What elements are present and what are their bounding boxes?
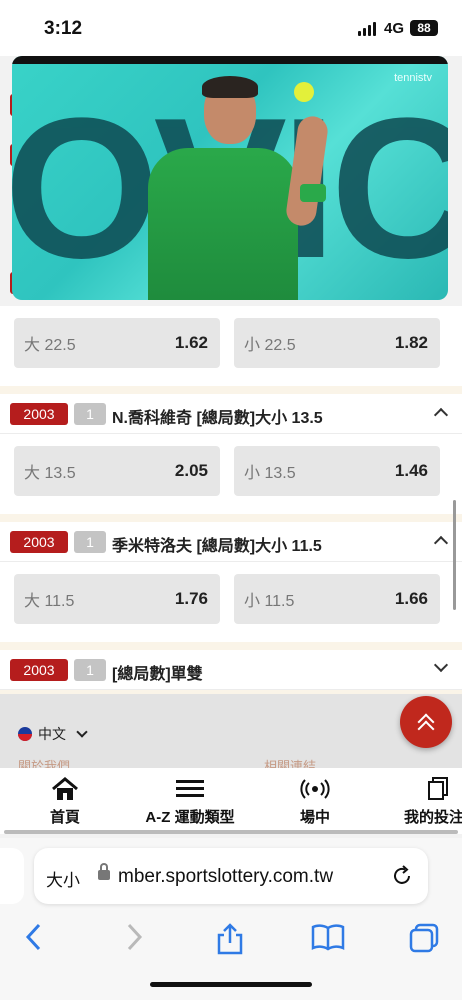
nav-label: 首頁 xyxy=(49,809,80,826)
odds-button-under[interactable]: 小 11.5 1.66 xyxy=(234,574,440,624)
status-bar: 3:12 4G 88 xyxy=(0,0,462,56)
battery-level: 88 xyxy=(417,21,431,35)
odds-value: 1.62 xyxy=(174,333,208,352)
market-title: N.喬科維奇 [總局數]大小 13.5 xyxy=(112,410,323,427)
horizontal-scrollbar[interactable] xyxy=(4,830,458,834)
odds-button-over[interactable]: 大 22.5 1.62 xyxy=(14,318,220,368)
language-selector[interactable]: 中文 xyxy=(18,724,88,744)
chevron-down-icon[interactable] xyxy=(433,657,449,673)
market-header[interactable]: 2003 1 [總局數]單雙 xyxy=(0,650,462,690)
market-title: [總局數]單雙 xyxy=(112,666,203,683)
network-type: 4G xyxy=(384,20,405,37)
nav-item-live[interactable]: 場中 xyxy=(290,776,340,827)
odds-value: 1.76 xyxy=(174,589,208,608)
adjacent-tab-preview[interactable] xyxy=(0,848,24,904)
market-code-badge: 2003 xyxy=(10,403,68,425)
market-number-badge: 1 xyxy=(74,531,106,553)
tabs-icon[interactable] xyxy=(408,922,440,954)
odds-button-over[interactable]: 大 13.5 2.05 xyxy=(14,446,220,496)
chevron-down-icon xyxy=(76,726,88,738)
odds-value: 2.05 xyxy=(174,461,208,480)
odds-value: 1.82 xyxy=(394,333,428,352)
odds-button-under[interactable]: 小 22.5 1.82 xyxy=(234,318,440,368)
nav-label: A-Z 運動類型 xyxy=(145,809,235,826)
home-icon xyxy=(52,777,78,800)
reload-icon[interactable] xyxy=(390,864,414,888)
lock-icon xyxy=(98,863,110,880)
odds-button-under[interactable]: 小 13.5 1.46 xyxy=(234,446,440,496)
live-icon xyxy=(300,779,330,799)
selection-label: 大 22.5 xyxy=(24,337,76,354)
forward-icon[interactable] xyxy=(124,922,144,952)
text-size-button[interactable]: 大小 xyxy=(46,866,80,891)
odds-button-over[interactable]: 大 11.5 1.76 xyxy=(14,574,220,624)
chevron-up-icon[interactable] xyxy=(433,535,449,551)
nav-item-home[interactable]: 首頁 xyxy=(40,776,90,827)
nav-item-sports-az[interactable]: A-Z 運動類型 xyxy=(136,776,244,827)
site-footer: 中文 關於我們 相關連結 xyxy=(0,694,462,774)
video-top-edge xyxy=(12,56,448,64)
page-scrollbar[interactable] xyxy=(453,500,456,610)
odds-value: 1.46 xyxy=(394,461,428,480)
url-text[interactable]: mber.sportslottery.com.tw xyxy=(118,866,333,888)
market-number-badge: 1 xyxy=(74,659,106,681)
market-code-badge: 2003 xyxy=(10,659,68,681)
browser-chrome: 大小 mber.sportslottery.com.tw xyxy=(0,838,462,1000)
player-wristband xyxy=(300,184,326,202)
selection-label: 大 11.5 xyxy=(24,593,75,610)
market-code-badge: 2003 xyxy=(10,531,68,553)
nav-label: 場中 xyxy=(299,809,330,826)
nav-label: 我的投注 xyxy=(404,809,462,826)
copy-icon xyxy=(428,777,448,800)
selection-label: 小 11.5 xyxy=(244,593,295,610)
browser-toolbar xyxy=(0,916,462,960)
market-header[interactable]: 2003 1 N.喬科維奇 [總局數]大小 13.5 xyxy=(0,394,462,434)
selection-label: 小 13.5 xyxy=(244,465,296,482)
cellular-signal-icon xyxy=(358,22,376,36)
bookmarks-icon[interactable] xyxy=(310,922,346,952)
scroll-to-top-button[interactable] xyxy=(400,696,452,748)
bottom-navigation: 首頁 A-Z 運動類型 場中 我的投注 xyxy=(0,768,462,834)
player-hair xyxy=(202,76,258,98)
share-icon[interactable] xyxy=(214,922,246,956)
player-figure xyxy=(148,148,298,300)
market-title: 季米特洛夫 [總局數]大小 11.5 xyxy=(112,538,322,555)
nav-item-my-bets[interactable]: 我的投注 xyxy=(404,776,462,827)
chevron-up-icon[interactable] xyxy=(433,407,449,423)
live-video-player[interactable]: OVIC tennistv xyxy=(12,56,448,300)
address-bar[interactable]: 大小 mber.sportslottery.com.tw xyxy=(34,848,428,904)
odds-row: 大 11.5 1.76 小 11.5 1.66 xyxy=(0,562,462,652)
language-label: 中文 xyxy=(38,726,66,742)
selection-label: 小 22.5 xyxy=(244,337,296,354)
battery-icon: 88 xyxy=(410,20,438,36)
taiwan-flag-icon xyxy=(18,727,32,741)
selection-label: 大 13.5 xyxy=(24,465,76,482)
menu-icon xyxy=(176,780,204,797)
odds-row: 大 13.5 2.05 小 13.5 1.46 xyxy=(0,434,462,524)
odds-value: 1.66 xyxy=(394,589,428,608)
tennis-ball xyxy=(294,82,314,102)
home-indicator[interactable] xyxy=(150,982,312,987)
back-icon[interactable] xyxy=(24,922,44,952)
odds-row: 大 22.5 1.62 小 22.5 1.82 xyxy=(0,306,462,396)
status-time: 3:12 xyxy=(44,18,83,39)
market-number-badge: 1 xyxy=(74,403,106,425)
broadcaster-logo: tennistv xyxy=(394,72,432,84)
market-header[interactable]: 2003 1 季米特洛夫 [總局數]大小 11.5 xyxy=(0,522,462,562)
